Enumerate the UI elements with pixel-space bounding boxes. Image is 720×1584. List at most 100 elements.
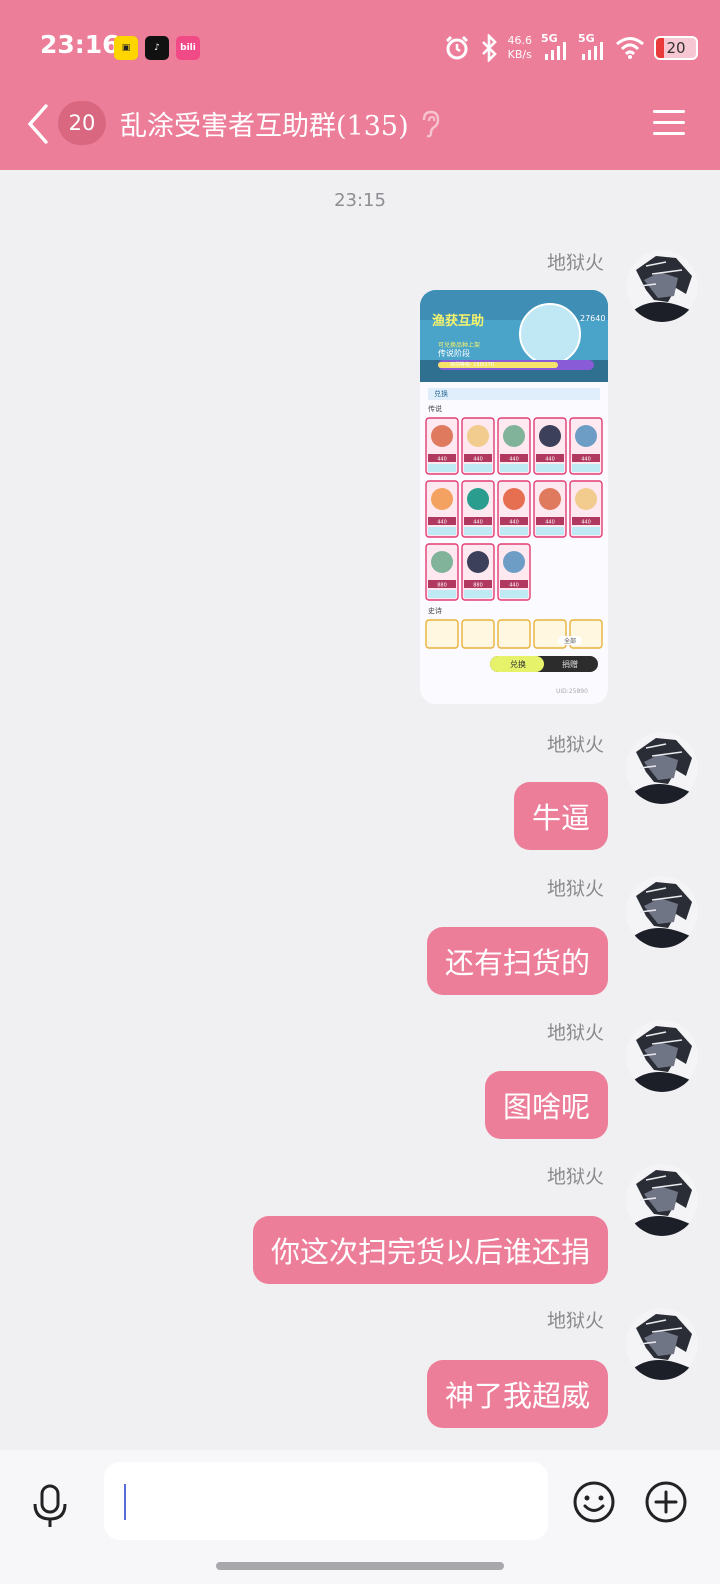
item-fish-icon [467,425,489,447]
item-stock-bar [572,527,600,535]
chat-title: 乱涂受害者互助群(135) [120,111,409,142]
back-arrow-icon[interactable] [24,102,54,146]
item-price: 880 [437,583,447,589]
item-fish-icon [467,488,489,510]
alarm-icon [445,35,468,60]
net-speed: 46.6 KB/s [508,34,533,62]
sender-name: 地狱火 [546,252,604,274]
item-stock-bar [464,590,492,598]
game-progress: 目前等级: 150/170 [450,362,495,368]
game-other-button: 捐赠 [562,660,578,669]
epic-item-tile [497,619,531,649]
item-price: 440 [581,457,591,463]
item-stock-bar [428,527,456,535]
bluetooth-icon [481,34,497,62]
game-title: 渔获互助 [432,314,485,329]
avatar[interactable] [626,250,698,322]
game-uid: UID:25890 [556,688,588,695]
message-bubble[interactable]: 牛逼 [513,782,608,850]
game-exchange-button: 兑换 [510,660,526,669]
item-price: 440 [545,457,555,463]
bilibili-icon: bili [176,36,200,60]
menu-icon[interactable] [652,108,686,138]
game-tab: 兑换 [434,390,448,398]
item-fish-icon [431,551,453,573]
home-indicator[interactable] [216,1562,504,1570]
avatar[interactable] [626,1308,698,1380]
avatar[interactable] [626,732,698,804]
item-stock-bar [428,464,456,472]
text-caret [124,1484,126,1520]
signal-2-icon: 5G [578,32,606,62]
item-price: 440 [509,520,519,526]
item-fish-icon [575,425,597,447]
item-fish-icon [539,425,561,447]
chat-nav-bar: 20 乱涂受害者互助群(135) [0,96,720,170]
item-fish-icon [467,551,489,573]
message-input[interactable] [104,1462,548,1540]
microphone-icon[interactable] [28,1482,72,1530]
avatar[interactable] [626,876,698,948]
item-fish-icon [431,425,453,447]
message-bubble[interactable]: 图啥呢 [484,1071,608,1139]
status-bar: 23:16 ▣ ♪ bili 46.6 KB/s 5G 5G 20 [0,0,720,96]
wifi-icon [616,37,644,59]
net-speed-value: 46.6 [507,34,533,47]
item-stock-bar [464,464,492,472]
item-fish-icon [503,551,525,573]
item-price: 440 [509,583,519,589]
item-fish-icon [575,488,597,510]
sender-name: 地狱火 [546,1022,604,1044]
sender-name: 地狱火 [546,1310,604,1332]
item-fish-icon [539,488,561,510]
item-price: 440 [473,457,483,463]
battery-icon: 20 [654,36,698,60]
emoji-icon[interactable] [572,1480,616,1524]
sender-name: 地狱火 [546,734,604,756]
avatar[interactable] [626,1020,698,1092]
game-filter: 全部 [558,636,583,645]
item-price: 440 [581,520,591,526]
signal-1-icon: 5G [541,32,569,62]
item-stock-bar [464,527,492,535]
item-fish-icon [431,488,453,510]
item-price: 440 [545,520,555,526]
image-message[interactable]: 440 440 440 440 440 440 440 440 440 440 880 880 440 … [420,290,608,704]
plus-icon[interactable] [644,1480,688,1524]
item-fish-icon [503,425,525,447]
status-icons: 46.6 KB/s 5G 5G 20 [444,30,698,66]
item-price: 880 [473,583,483,589]
item-fish-icon [503,488,525,510]
status-time: 23:16 [40,30,120,59]
chat-timestamp: 23:15 [334,190,386,211]
item-price: 440 [437,520,447,526]
item-stock-bar [536,464,564,472]
battery-level: 20 [666,39,686,57]
game-section-epic: 史诗 [428,607,442,615]
app-header: 23:16 ▣ ♪ bili 46.6 KB/s 5G 5G 20 20 乱涂受… [0,0,720,170]
game-section-legend: 传说 [428,405,442,413]
epic-item-tile [425,619,459,649]
tiktok-icon: ♪ [145,36,169,60]
message-bubble[interactable]: 还有扫货的 [426,927,608,995]
game-coins: 27640 [580,314,606,323]
item-stock-bar [428,590,456,598]
epic-item-tile [461,619,495,649]
ear-icon [422,110,440,138]
game-stage: 传说阶段 [438,349,470,358]
net-speed-unit: KB/s [507,48,532,61]
item-price: 440 [437,457,447,463]
message-bubble[interactable]: 你这次扫完货以后谁还捐 [252,1216,608,1284]
item-stock-bar [536,527,564,535]
avatar[interactable] [626,1164,698,1236]
item-stock-bar [500,527,528,535]
unread-count-badge[interactable]: 20 [58,101,106,145]
sender-name: 地狱火 [546,878,604,900]
message-bubble[interactable]: 神了我超威 [426,1360,608,1428]
item-price: 440 [509,457,519,463]
item-stock-bar [500,590,528,598]
item-stock-bar [572,464,600,472]
item-price: 440 [473,520,483,526]
item-stock-bar [500,464,528,472]
sender-name: 地狱火 [546,1166,604,1188]
